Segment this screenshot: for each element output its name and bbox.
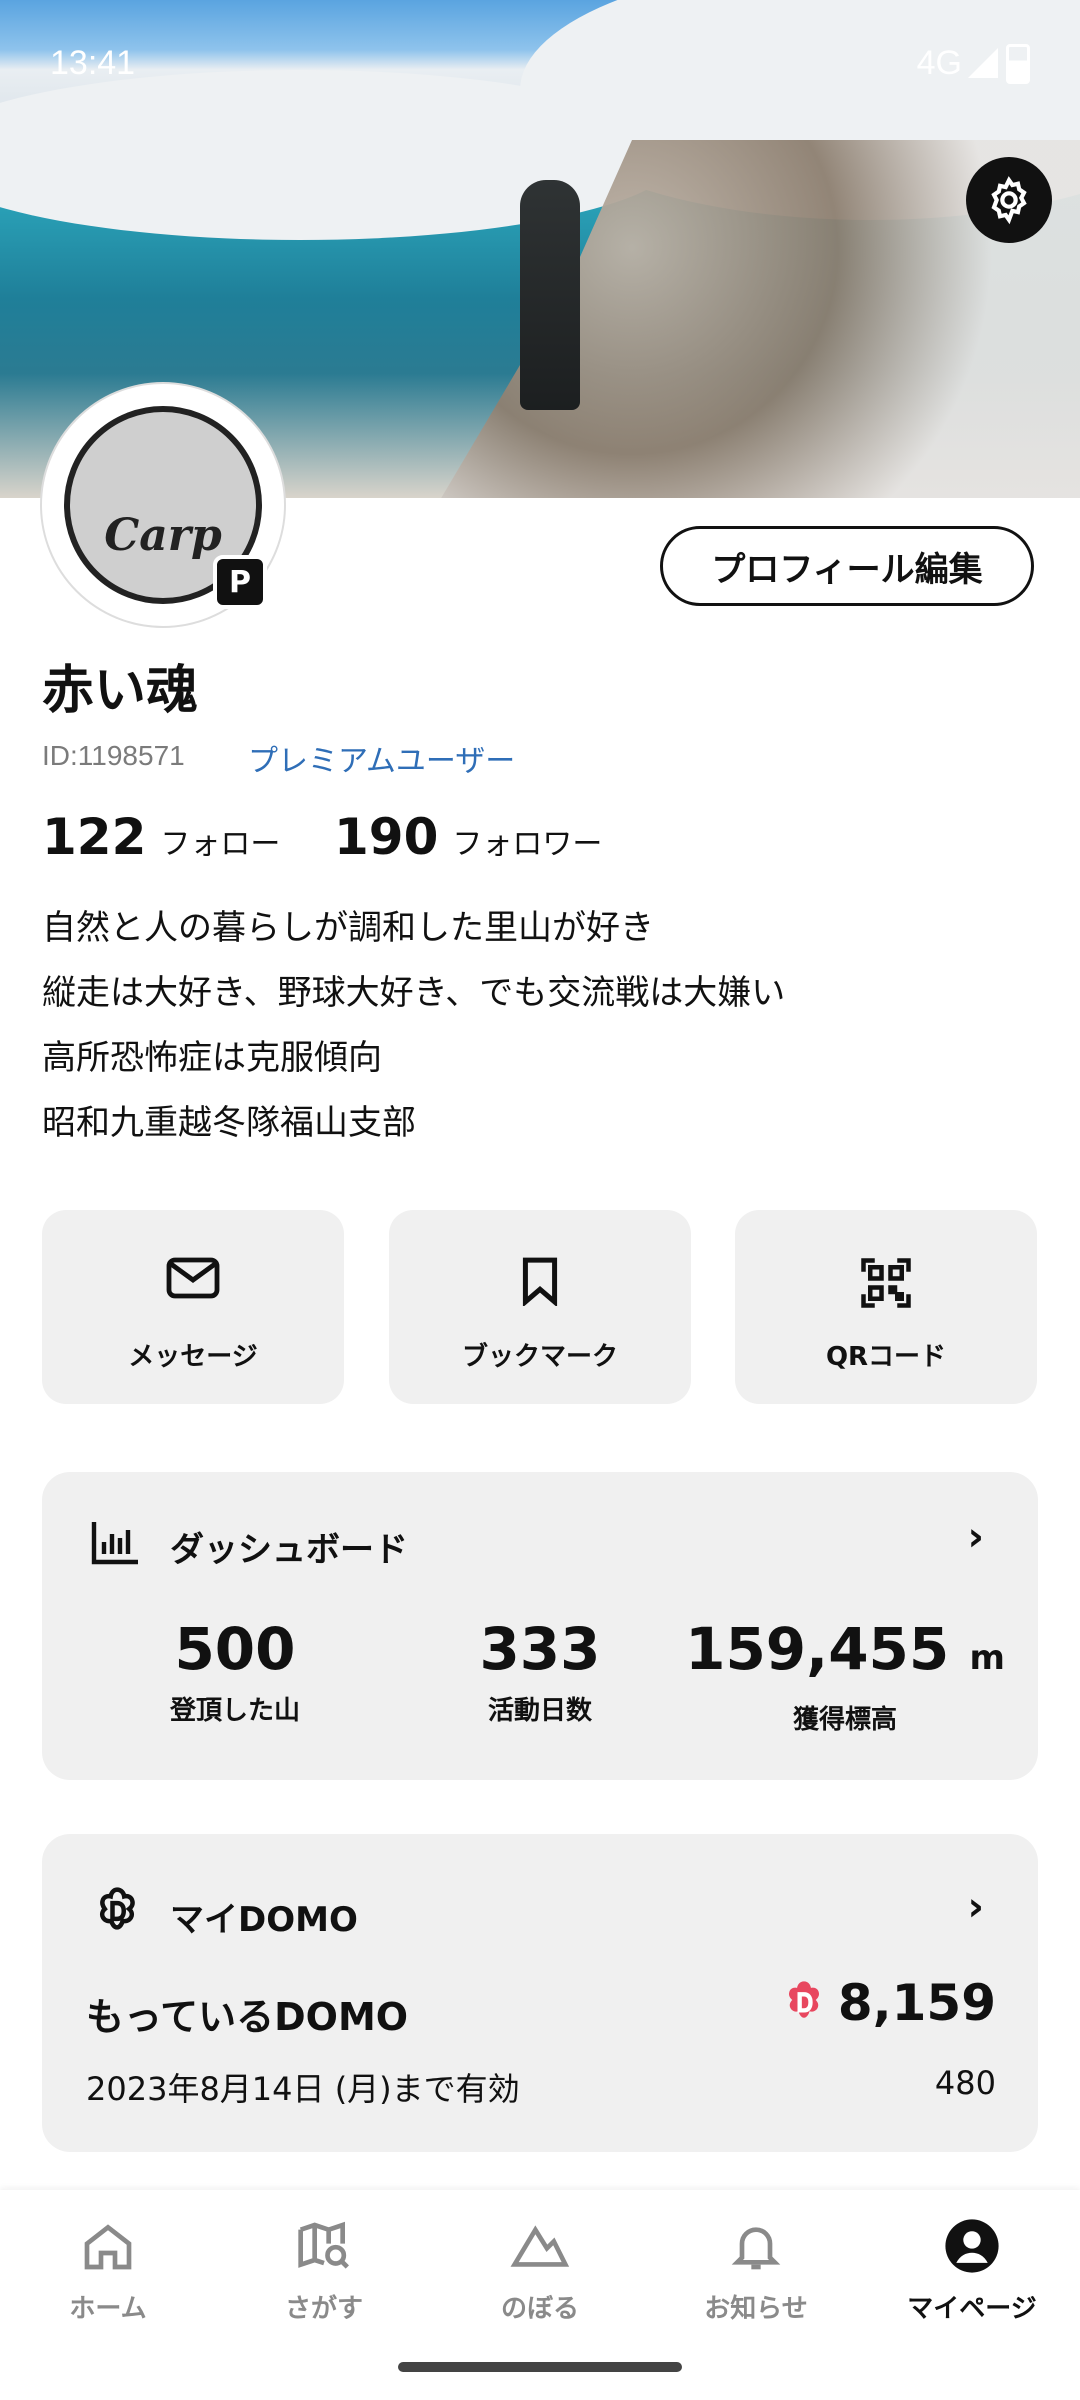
home-icon bbox=[84, 2224, 132, 2270]
message-label: メッセージ bbox=[128, 1342, 258, 1372]
stat-value: 159,455 bbox=[685, 1615, 950, 1683]
stat-label: 獲得標高 bbox=[792, 1705, 897, 1735]
bio-line: 縦走は大好き、野球大好き、でも交流戦は大嫌い bbox=[42, 973, 786, 1013]
mail-icon bbox=[166, 1257, 220, 1299]
nav-climb[interactable]: のぼる bbox=[460, 2214, 620, 2325]
bell-icon bbox=[731, 2227, 781, 2270]
chevron-right-icon: › bbox=[967, 1514, 984, 1560]
following-label: フォロー bbox=[160, 827, 281, 862]
domo-panel[interactable]: マイDOMO › もっているDOMO 8,159 2023年8月14日 (月)ま… bbox=[42, 1834, 1038, 2152]
hiker-figure bbox=[520, 180, 580, 410]
bar-chart-icon bbox=[91, 1522, 138, 1565]
message-button[interactable]: メッセージ bbox=[42, 1210, 344, 1404]
battery-icon bbox=[1006, 44, 1030, 84]
bio-line: 自然と人の暮らしが調和した里山が好き bbox=[42, 908, 654, 948]
domo-amount-group: 8,159 bbox=[778, 1974, 996, 2032]
nav-label: お知らせ bbox=[704, 2294, 808, 2324]
domo-flower-icon bbox=[99, 1887, 135, 1930]
nav-label: さがす bbox=[284, 2294, 363, 2324]
bookmark-label: ブックマーク bbox=[461, 1342, 618, 1372]
qr-code-label: QRコード bbox=[825, 1342, 947, 1372]
map-search-icon bbox=[298, 2221, 349, 2269]
dashboard-stat: 500 登頂した山 bbox=[70, 1614, 400, 1727]
bookmark-icon bbox=[522, 1257, 558, 1306]
nav-search[interactable]: さがす bbox=[244, 2214, 404, 2325]
qr-code-button[interactable]: QRコード bbox=[735, 1210, 1037, 1404]
nav-label: マイページ bbox=[907, 2294, 1037, 2324]
domo-title: マイDOMO bbox=[170, 1900, 358, 1940]
user-name: 赤い魂 bbox=[42, 661, 199, 721]
dashboard-stat: 333 活動日数 bbox=[375, 1614, 705, 1727]
following-count: 122 bbox=[42, 808, 147, 866]
held-domo-label: もっているDOMO bbox=[86, 1995, 409, 2039]
premium-user-link[interactable]: プレミアムユーザー bbox=[248, 736, 515, 780]
domo-coin-icon bbox=[788, 1981, 819, 2018]
network-type: 4G bbox=[916, 44, 962, 82]
chevron-right-icon: › bbox=[967, 1884, 984, 1930]
followers-stat[interactable]: 190 フォロワー bbox=[334, 808, 602, 866]
dashboard-panel[interactable]: ダッシュボード › 500 登頂した山 333 活動日数 159,455 m 獲… bbox=[42, 1472, 1038, 1780]
edit-profile-button[interactable]: プロフィール編集 bbox=[660, 526, 1034, 606]
nav-home[interactable]: ホーム bbox=[28, 2214, 188, 2325]
nav-label: のぼる bbox=[500, 2294, 579, 2324]
bookmark-button[interactable]: ブックマーク bbox=[389, 1210, 691, 1404]
user-icon bbox=[945, 2219, 999, 2273]
stat-unit: m bbox=[969, 1638, 1005, 1678]
following-stat[interactable]: 122 フォロー bbox=[42, 808, 280, 866]
bio-line: 昭和九重越冬隊福山支部 bbox=[42, 1103, 416, 1143]
expiring-domo-amount: 480 bbox=[934, 2064, 996, 2102]
signal-icon bbox=[968, 48, 998, 78]
dashboard-title: ダッシュボード bbox=[170, 1530, 408, 1570]
stat-value: 333 bbox=[479, 1615, 601, 1683]
status-bar: 13:41 4G bbox=[0, 0, 1080, 130]
user-id: ID:1198571 bbox=[42, 740, 185, 771]
nav-mypage[interactable]: マイページ bbox=[892, 2214, 1052, 2325]
bio: 自然と人の暮らしが調和した里山が好き 縦走は大好き、野球大好き、でも交流戦は大嫌… bbox=[42, 896, 785, 1156]
gear-icon bbox=[991, 176, 1027, 225]
domo-expiry: 2023年8月14日 (月)まで有効 bbox=[86, 2070, 520, 2108]
avatar-logo-text: Carp bbox=[104, 510, 222, 561]
followers-label: フォロワー bbox=[452, 827, 603, 862]
stat-label: 登頂した山 bbox=[169, 1696, 300, 1726]
followers-count: 190 bbox=[334, 808, 439, 866]
status-time: 13:41 bbox=[50, 44, 136, 82]
stat-label: 活動日数 bbox=[487, 1696, 592, 1726]
nav-label: ホーム bbox=[69, 2294, 147, 2324]
home-indicator[interactable] bbox=[398, 2362, 682, 2372]
stat-value: 500 bbox=[174, 1615, 296, 1683]
mountain-icon bbox=[510, 2225, 570, 2267]
dashboard-stat: 159,455 m 獲得標高 bbox=[680, 1614, 1010, 1736]
bio-line: 高所恐怖症は克服傾向 bbox=[42, 1038, 382, 1078]
qr-code-icon bbox=[861, 1258, 911, 1308]
settings-button[interactable] bbox=[966, 157, 1052, 243]
nav-notifications[interactable]: お知らせ bbox=[676, 2214, 836, 2325]
domo-amount: 8,159 bbox=[837, 1974, 996, 2032]
premium-badge: P bbox=[213, 555, 267, 609]
